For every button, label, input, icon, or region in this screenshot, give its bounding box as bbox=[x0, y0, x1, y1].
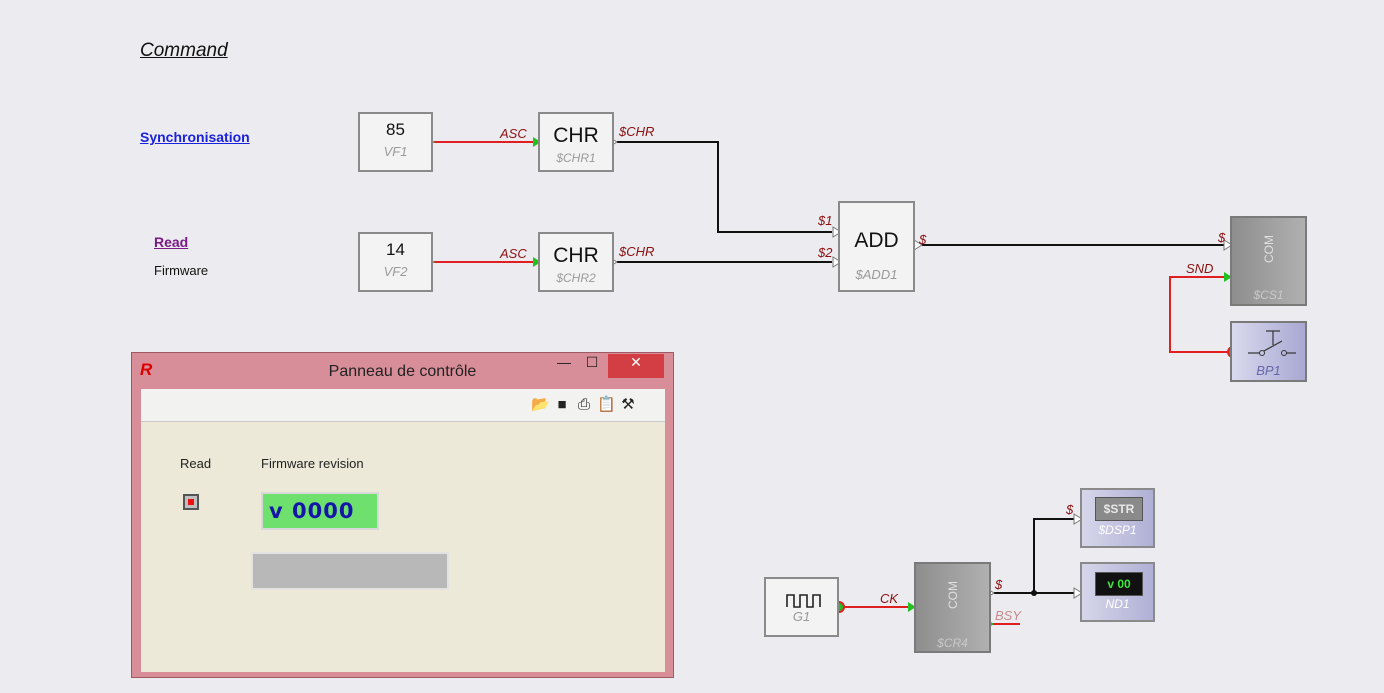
chr1-in-port-label: ASC bbox=[500, 126, 527, 141]
firmware-revision-label: Firmware revision bbox=[261, 456, 364, 471]
add1-in1-port-label: $1 bbox=[818, 213, 833, 228]
chr2-name: $CHR2 bbox=[556, 271, 596, 285]
cr4-label: COM bbox=[945, 581, 960, 609]
vf1-name: VF1 bbox=[383, 144, 408, 159]
chr2-block[interactable]: CHR $CHR2 bbox=[538, 232, 614, 292]
wire-junction bbox=[1031, 590, 1037, 596]
clipboard-icon[interactable]: 📋 bbox=[597, 396, 616, 414]
add1-block[interactable]: ADD $ADD1 bbox=[838, 201, 915, 292]
chr2-label: CHR bbox=[553, 244, 599, 267]
add1-name: $ADD1 bbox=[855, 267, 898, 282]
vf1-value: 85 bbox=[386, 120, 405, 139]
cr4-bsy-port-label: BSY bbox=[995, 608, 1022, 623]
cs1-in-port-label: $ bbox=[1218, 230, 1226, 245]
open-folder-icon[interactable]: 📂 bbox=[531, 396, 550, 414]
chr1-name: $CHR1 bbox=[556, 151, 596, 165]
chr2-out-port-label: $CHR bbox=[619, 244, 655, 259]
minimize-button[interactable]: — bbox=[550, 354, 578, 378]
print-icon[interactable]: ⎙ bbox=[575, 396, 593, 414]
dsp1-in-port-label: $ bbox=[1066, 502, 1074, 517]
square-wave-icon bbox=[786, 594, 821, 608]
nd1-block[interactable]: v 00 ND1 bbox=[1080, 562, 1155, 622]
vf2-value: 14 bbox=[386, 240, 405, 259]
nd1-display: v 00 bbox=[1095, 572, 1143, 596]
output-field[interactable] bbox=[251, 552, 449, 590]
cr4-block[interactable]: COM $CR4 bbox=[914, 562, 991, 653]
wire-cr4-dsp1 bbox=[1033, 518, 1074, 593]
cs1-snd-port-label: SND bbox=[1186, 261, 1214, 276]
cr4-ck-port-label: CK bbox=[880, 591, 899, 606]
cs1-block[interactable]: COM $CS1 bbox=[1230, 216, 1307, 306]
wire-chr1-add1 bbox=[617, 141, 832, 233]
g1-name: G1 bbox=[792, 609, 811, 624]
maximize-button[interactable]: ☐ bbox=[578, 354, 606, 378]
tools-icon[interactable]: ⚒ bbox=[619, 396, 637, 414]
dsp1-block[interactable]: $STR $DSP1 bbox=[1080, 488, 1155, 548]
chr2-in-port-label: ASC bbox=[500, 246, 527, 261]
nd1-name: ND1 bbox=[1105, 597, 1130, 611]
cr4-name: $CR4 bbox=[937, 636, 968, 650]
save-icon[interactable]: ■ bbox=[553, 396, 571, 414]
dsp1-name: $DSP1 bbox=[1098, 523, 1137, 537]
vf1-block[interactable]: 85 VF1 bbox=[358, 112, 433, 172]
chr1-block[interactable]: CHR $CHR1 bbox=[538, 112, 614, 172]
dsp1-display: $STR bbox=[1095, 497, 1143, 521]
chr1-label: CHR bbox=[553, 124, 599, 147]
wire-bp1-cs1 bbox=[1169, 276, 1230, 353]
close-button[interactable]: ✕ bbox=[608, 354, 664, 378]
bp1-name: BP1 bbox=[1256, 363, 1281, 378]
vf2-name: VF2 bbox=[383, 264, 408, 279]
read-checkbox[interactable] bbox=[183, 494, 199, 510]
cs1-label: COM bbox=[1261, 235, 1276, 263]
add1-label: ADD bbox=[854, 229, 899, 252]
control-panel-window[interactable]: R Panneau de contrôle — ☐ ✕ 📂 ■ ⎙ 📋 ⚒ Re… bbox=[131, 352, 674, 678]
window-toolbar: 📂 ■ ⎙ 📋 ⚒ bbox=[141, 389, 665, 422]
vf2-block[interactable]: 14 VF2 bbox=[358, 232, 433, 292]
firmware-revision-display: v 0000 bbox=[261, 492, 379, 530]
add1-out-port-label: $ bbox=[919, 232, 927, 247]
window-body: Read Firmware revision v 0000 bbox=[141, 422, 665, 672]
cr4-out-port-label: $ bbox=[995, 577, 1003, 592]
g1-block[interactable]: G1 bbox=[764, 577, 839, 637]
bp1-block[interactable]: BP1 bbox=[1230, 321, 1307, 382]
cs1-name: $CS1 bbox=[1253, 288, 1284, 302]
pushbutton-icon bbox=[1248, 330, 1296, 356]
add1-in2-port-label: $2 bbox=[818, 245, 833, 260]
read-label: Read bbox=[180, 456, 212, 471]
chr1-out-port-label: $CHR bbox=[619, 124, 655, 139]
